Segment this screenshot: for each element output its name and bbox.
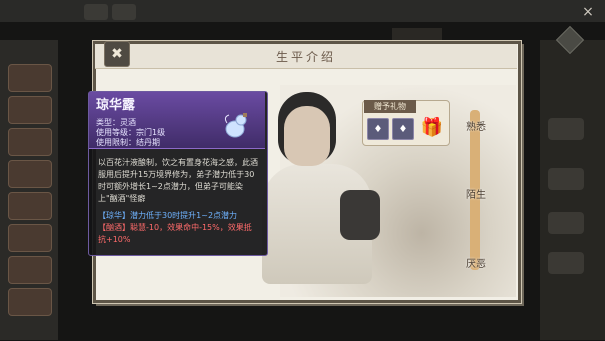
item-effect-2: 【酗酒】聪慧-10，效果命中-15%，效果抵抗+10% — [98, 223, 252, 244]
left-sidebar-button[interactable] — [8, 96, 52, 124]
relationship-label-bottom: 厌恶 — [466, 258, 486, 270]
right-sidebar-button[interactable] — [548, 118, 584, 140]
right-sidebar-button[interactable] — [548, 168, 584, 190]
wine-gourd-icon — [221, 111, 255, 141]
item-limit-value: 结丹期 — [136, 138, 160, 147]
gift-item-slot[interactable]: ♦ — [392, 118, 414, 140]
gift-item-slot[interactable]: ♦ — [367, 118, 389, 140]
gift-box-icon[interactable]: 🎁 — [420, 115, 444, 139]
left-sidebar-button[interactable] — [8, 288, 52, 316]
top-button[interactable] — [84, 4, 108, 20]
item-title: 琼华露 — [96, 98, 136, 113]
right-sidebar-button[interactable] — [548, 252, 584, 274]
item-level-label: 使用等级： — [96, 128, 136, 137]
relationship-label-middle: 陌生 — [466, 189, 486, 201]
left-sidebar-button[interactable] — [8, 128, 52, 156]
item-level-value: 宗门1级 — [136, 128, 166, 137]
item-limit-label: 使用限制： — [96, 138, 136, 147]
close-button[interactable]: ✖ — [104, 41, 130, 67]
relationship-label-top: 熟悉 — [466, 121, 486, 133]
top-button[interactable] — [112, 4, 136, 20]
left-sidebar-button[interactable] — [8, 192, 52, 220]
item-type-value: 灵酒 — [120, 118, 136, 127]
right-sidebar — [540, 40, 605, 340]
close-icon[interactable]: × — [578, 2, 598, 22]
left-sidebar-button[interactable] — [8, 256, 52, 284]
item-description: 以百花汁液酿制，饮之有置身花海之感，此酒服用后提升15万境界修为，弟子潜力低于3… — [98, 158, 258, 203]
right-sidebar-button[interactable] — [548, 212, 584, 234]
gift-label: 赠予礼物 — [364, 100, 416, 113]
left-sidebar-button[interactable] — [8, 64, 52, 92]
item-type-label: 类型： — [96, 118, 120, 127]
left-sidebar-button[interactable] — [8, 160, 52, 188]
character-portrait-head — [284, 106, 330, 166]
character-armor — [340, 190, 380, 240]
item-effect-1: 【琼华】潜力低于30时提升1~2点潜力 — [98, 211, 238, 220]
left-sidebar-button[interactable] — [8, 224, 52, 252]
panel-title: 生平介绍 — [95, 44, 517, 69]
item-limit-row: 使用限制：结丹期 — [96, 137, 160, 148]
